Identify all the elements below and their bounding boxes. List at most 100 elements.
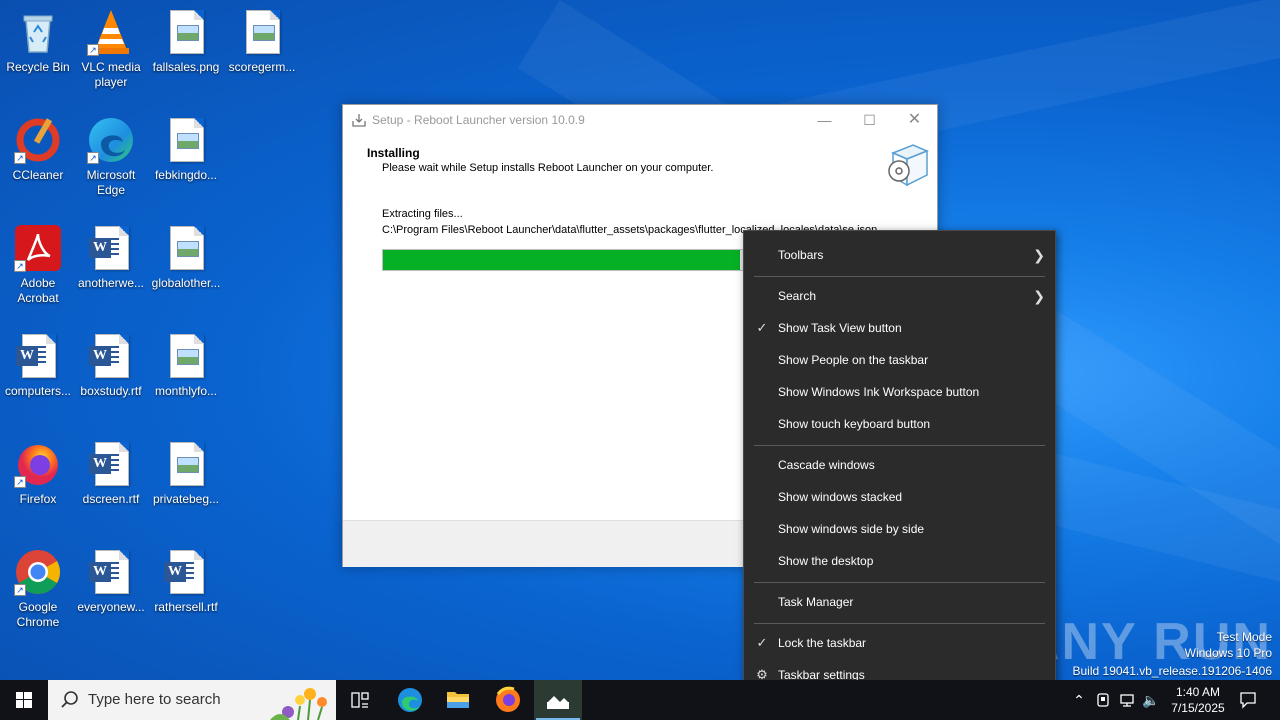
menu-item-label: Show windows side by side — [778, 522, 925, 536]
menu-item-windows-stacked[interactable]: Show windows stacked — [744, 481, 1055, 513]
desktop-icon-ccleaner[interactable]: ↗ CCleaner — [0, 116, 76, 183]
search-placeholder: Type here to search — [88, 691, 221, 708]
desktop-icon-globalother[interactable]: globalother... — [148, 224, 224, 291]
word-doc-icon: W — [87, 440, 135, 488]
taskbar-firefox[interactable] — [484, 680, 532, 720]
header-divider — [343, 197, 937, 198]
desktop-icon-firefox[interactable]: ↗ Firefox — [0, 440, 76, 507]
menu-separator — [754, 582, 1045, 583]
menu-item-show-people[interactable]: Show People on the taskbar — [744, 344, 1055, 376]
notification-icon — [1240, 692, 1256, 709]
chevron-right-icon: ❯ — [1033, 247, 1045, 263]
desktop-icon-everyonew[interactable]: W everyonew... — [73, 548, 149, 615]
desktop-icon-label: VLC media player — [81, 60, 141, 89]
word-doc-icon: W — [87, 224, 135, 272]
desktop-icon-adobe-acrobat[interactable]: ↗ Adobe Acrobat — [0, 224, 76, 306]
network-icon — [1120, 694, 1134, 707]
taskbar-edge[interactable] — [386, 680, 434, 720]
desktop-icon-boxstudy[interactable]: W boxstudy.rtf — [73, 332, 149, 399]
desktop-icon-label: scoregerm... — [228, 60, 296, 74]
menu-item-lock-taskbar[interactable]: ✓ Lock the taskbar — [744, 627, 1055, 659]
menu-item-toolbars[interactable]: Toolbars ❯ — [744, 239, 1055, 271]
menu-item-label: Show Task View button — [778, 321, 902, 335]
menu-item-show-desktop[interactable]: Show the desktop — [744, 545, 1055, 577]
menu-item-windows-side-by-side[interactable]: Show windows side by side — [744, 513, 1055, 545]
desktop-icon-microsoft-edge[interactable]: ↗ Microsoft Edge — [73, 116, 149, 198]
windows-logo-icon — [16, 692, 32, 708]
shortcut-arrow-icon: ↗ — [87, 44, 99, 56]
desktop-icon-label: computers... — [4, 384, 72, 398]
checkmark-icon: ✓ — [756, 320, 768, 335]
image-file-icon — [162, 116, 210, 164]
checkmark-icon: ✓ — [756, 635, 768, 650]
action-center-button[interactable] — [1236, 680, 1260, 720]
tray-network-icon[interactable] — [1116, 680, 1138, 720]
menu-separator — [754, 623, 1045, 624]
firefox-icon: ↗ — [14, 440, 62, 488]
desktop-icon-monthlyfo[interactable]: monthlyfo... — [148, 332, 224, 399]
desktop-icon-febkingdo[interactable]: febkingdo... — [148, 116, 224, 183]
start-button[interactable] — [0, 680, 48, 720]
tray-volume-icon[interactable]: 🔈 — [1140, 680, 1162, 720]
setup-window-title: Setup - Reboot Launcher version 10.0.9 — [372, 113, 585, 127]
word-doc-icon: W — [87, 548, 135, 596]
tray-device-icon[interactable] — [1092, 680, 1114, 720]
watermark-test-mode: Test Mode — [1216, 630, 1272, 644]
desktop-icon-label: Recycle Bin — [6, 60, 70, 74]
menu-item-search[interactable]: Search ❯ — [744, 280, 1055, 312]
desktop-icon-scoregerm[interactable]: scoregerm... — [224, 8, 300, 75]
menu-item-task-manager[interactable]: Task Manager — [744, 586, 1055, 618]
desktop-icon-privatebeg[interactable]: privatebeg... — [148, 440, 224, 507]
menu-item-cascade-windows[interactable]: Cascade windows — [744, 449, 1055, 481]
menu-item-label: Cascade windows — [778, 458, 875, 472]
search-highlight-flowers-icon — [260, 682, 334, 720]
install-box-icon — [883, 139, 933, 189]
anyrun-watermark: ANY RUN Test Mode Windows 10 Pro Build 1… — [1022, 612, 1272, 680]
desktop: Recycle Bin ↗ CCleaner ↗ Adobe Acrobat W… — [0, 0, 1280, 680]
close-button[interactable]: ✕ — [892, 105, 937, 135]
desktop-icon-label: anotherwe... — [77, 276, 145, 290]
desktop-icon-dscreen[interactable]: W dscreen.rtf — [73, 440, 149, 507]
taskbar-setup-installer[interactable] — [534, 680, 582, 720]
desktop-icon-vlc[interactable]: ↗ VLC media player — [73, 8, 149, 90]
menu-separator — [754, 276, 1045, 277]
menu-item-show-ink-workspace[interactable]: Show Windows Ink Workspace button — [744, 376, 1055, 408]
desktop-icon-rathersell[interactable]: W rathersell.rtf — [148, 548, 224, 615]
setup-titlebar[interactable]: Setup - Reboot Launcher version 10.0.9 —… — [343, 105, 937, 135]
shortcut-arrow-icon: ↗ — [87, 152, 99, 164]
chrome-icon: ↗ — [14, 548, 62, 596]
taskbar-clock[interactable]: 1:40 AM 7/15/2025 — [1160, 680, 1236, 720]
shortcut-arrow-icon: ↗ — [14, 476, 26, 488]
show-hidden-icons-button[interactable]: ⌃ — [1068, 680, 1090, 720]
menu-item-show-touch-keyboard[interactable]: Show touch keyboard button — [744, 408, 1055, 440]
firefox-icon — [496, 686, 520, 712]
maximize-button[interactable]: ☐ — [847, 105, 892, 135]
chevron-right-icon: ❯ — [1033, 288, 1045, 304]
menu-item-label: Show Windows Ink Workspace button — [778, 385, 980, 399]
watermark-edition: Windows 10 Pro — [1184, 646, 1272, 660]
desktop-icon-recycle-bin[interactable]: Recycle Bin — [0, 8, 76, 75]
desktop-icon-label: Google Chrome — [16, 600, 60, 629]
taskbar-task-view[interactable] — [336, 680, 384, 720]
search-icon — [60, 690, 80, 710]
watermark-build: Build 19041.vb_release.191206-1406 — [1072, 664, 1273, 678]
desktop-icon-label: monthlyfo... — [154, 384, 218, 398]
clock-time: 1:40 AM — [1175, 685, 1221, 699]
menu-item-show-task-view[interactable]: ✓ Show Task View button — [744, 312, 1055, 344]
status-text: Extracting files... — [382, 208, 463, 220]
image-file-icon — [162, 332, 210, 380]
shortcut-arrow-icon: ↗ — [14, 152, 26, 164]
desktop-icon-anotherwe[interactable]: W anotherwe... — [73, 224, 149, 291]
minimize-button[interactable]: — — [802, 105, 847, 135]
desktop-icon-google-chrome[interactable]: ↗ Google Chrome — [0, 548, 76, 630]
desktop-icon-fallsales[interactable]: fallsales.png — [148, 8, 224, 75]
chevron-up-icon: ⌃ — [1073, 692, 1085, 708]
taskbar-search-box[interactable]: Type here to search — [48, 680, 336, 720]
menu-item-label: Show People on the taskbar — [778, 353, 929, 367]
taskbar-file-explorer[interactable] — [434, 680, 482, 720]
desktop-icon-computers[interactable]: W computers... — [0, 332, 76, 399]
setup-header-title: Installing — [367, 146, 420, 160]
desktop-icon-label: CCleaner — [12, 168, 64, 182]
image-file-icon — [162, 8, 210, 56]
vlc-icon: ↗ — [87, 8, 135, 56]
